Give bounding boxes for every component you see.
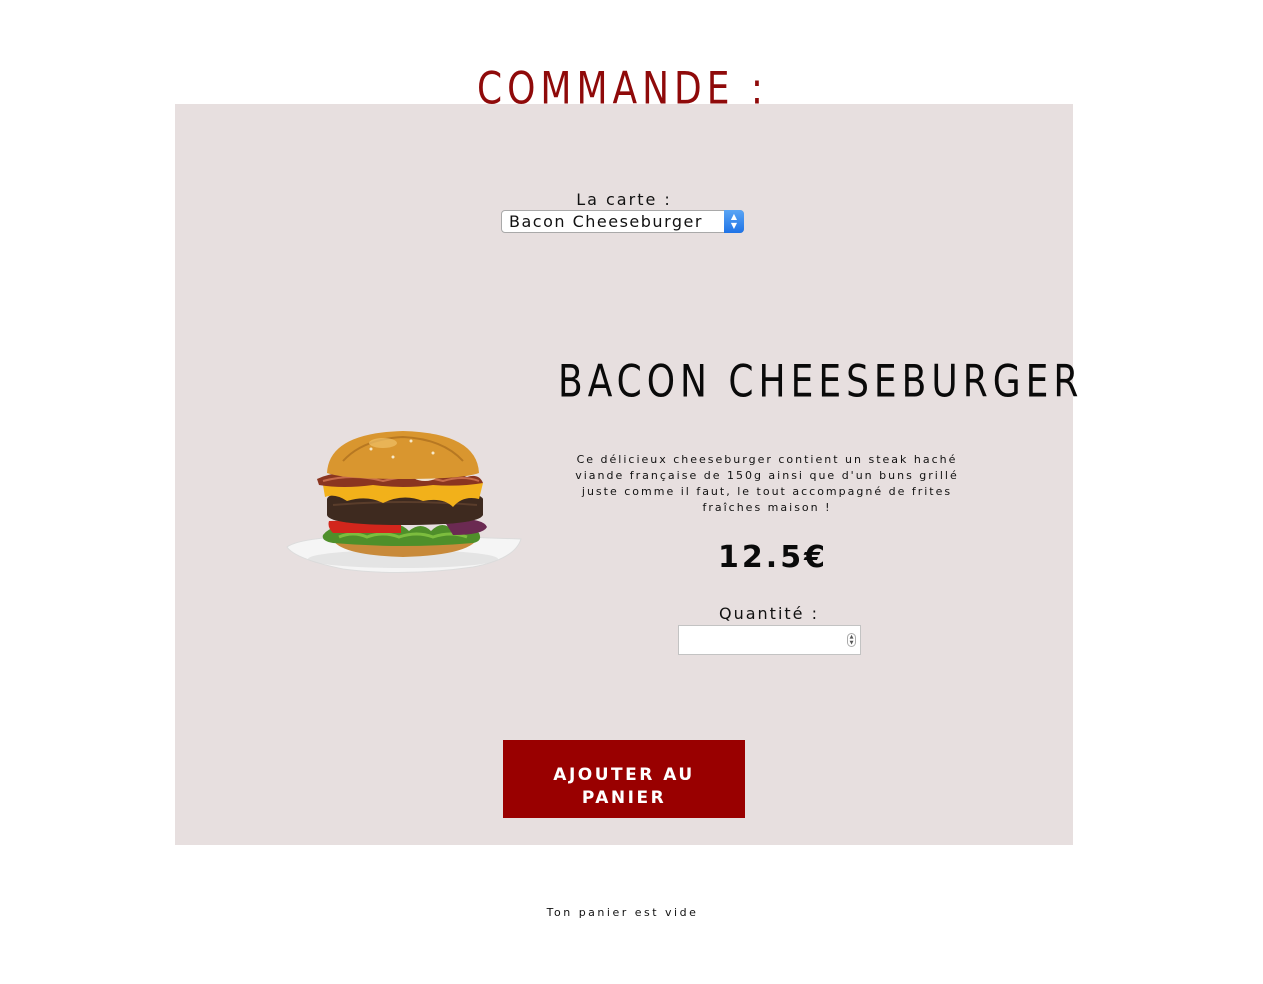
menu-select[interactable]: Bacon Cheeseburger ▲ ▼ bbox=[501, 210, 744, 233]
order-panel: La carte : Bacon Cheeseburger ▲ ▼ BACON … bbox=[175, 104, 1084, 845]
menu-select-value: Bacon Cheeseburger bbox=[509, 212, 703, 231]
product-name: BACON CHEESEBURGER bbox=[558, 356, 1084, 408]
burger-image bbox=[286, 431, 522, 574]
menu-select-label: La carte : bbox=[576, 190, 672, 209]
quantity-label: Quantité : bbox=[719, 604, 819, 623]
select-arrows-icon: ▲ ▼ bbox=[724, 210, 744, 233]
quantity-stepper-icon[interactable]: ▲ ▼ bbox=[847, 633, 856, 647]
product-price: 12.5€ bbox=[718, 540, 828, 575]
add-to-cart-button[interactable]: AJOUTER AU PANIER bbox=[503, 740, 745, 818]
quantity-input[interactable]: ▲ ▼ bbox=[678, 625, 861, 655]
product-description: Ce délicieux cheeseburger contient un st… bbox=[575, 453, 959, 514]
cart-status: Ton panier est vide bbox=[546, 906, 699, 919]
